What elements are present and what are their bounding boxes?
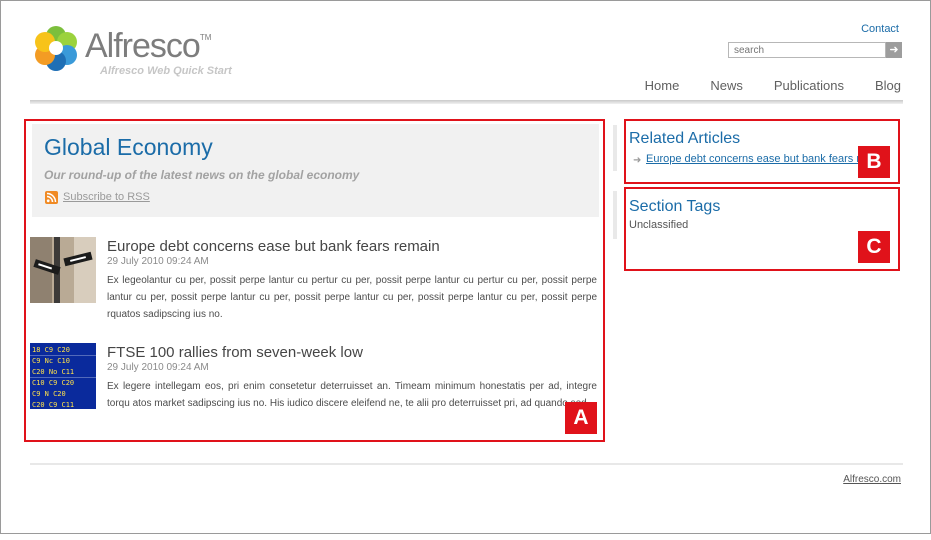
svg-text:C9 Nc C10: C9 Nc C10: [32, 357, 70, 365]
side-accent-bar: [613, 125, 617, 171]
article-thumbnail[interactable]: [30, 237, 96, 303]
related-article-link[interactable]: Europe debt concerns ease but bank fears…: [646, 153, 890, 165]
main-nav: Home News Publications Blog: [614, 78, 901, 93]
section-a-box: Global Economy Our round-up of the lates…: [24, 119, 605, 442]
rss-icon[interactable]: [45, 191, 58, 204]
alfresco-flower-icon: [35, 26, 77, 71]
svg-text:18 C9 C20: 18 C9 C20: [32, 346, 70, 354]
section-tags-box: Section Tags Unclassified C: [624, 187, 900, 271]
footer-divider: [30, 463, 903, 465]
subscribe-rss-link[interactable]: Subscribe to RSS: [63, 191, 150, 203]
related-articles-title: Related Articles: [629, 130, 741, 147]
alfresco-logo[interactable]: AlfrescoTM Alfresco Web Quick Start: [31, 23, 261, 81]
nav-publications[interactable]: Publications: [774, 78, 844, 93]
annotation-label-a: A: [565, 402, 597, 434]
nav-news[interactable]: News: [710, 78, 743, 93]
arrow-right-icon: ➜: [633, 155, 642, 166]
annotation-label-b: B: [858, 146, 890, 178]
logo-tagline: Alfresco Web Quick Start: [100, 65, 232, 77]
svg-text:C10 C9 C20: C10 C9 C20: [32, 379, 74, 387]
nav-blog[interactable]: Blog: [875, 78, 901, 93]
article-summary: Ex legere intellegam eos, pri enim conse…: [107, 381, 597, 409]
annotation-label-c: C: [858, 231, 890, 263]
footer-link[interactable]: Alfresco.com: [843, 474, 901, 485]
logo-wordmark: AlfrescoTM: [85, 27, 212, 65]
search-button[interactable]: ➜: [886, 42, 902, 58]
tag-value[interactable]: Unclassified: [629, 219, 688, 231]
nav-home[interactable]: Home: [645, 78, 680, 93]
article-title[interactable]: FTSE 100 rallies from seven-week low: [107, 344, 363, 361]
article-summary: Ex legeolantur cu per, possit perpe lant…: [107, 275, 597, 320]
svg-text:C9 N C20: C9 N C20: [32, 390, 66, 398]
svg-text:C20 C9 C11: C20 C9 C11: [32, 401, 74, 409]
section-tags-title: Section Tags: [629, 198, 721, 215]
contact-link[interactable]: Contact: [861, 23, 899, 35]
related-articles-box: Related Articles ➜ Europe debt concerns …: [624, 119, 900, 184]
search-input[interactable]: [728, 42, 886, 58]
side-accent-bar: [613, 191, 617, 239]
article-date: 29 July 2010 09:24 AM: [107, 256, 209, 267]
section-subtitle: Our round-up of the latest news on the g…: [44, 168, 360, 182]
header-divider: [30, 100, 903, 104]
article-date: 29 July 2010 09:24 AM: [107, 362, 209, 373]
article-title[interactable]: Europe debt concerns ease but bank fears…: [107, 238, 440, 255]
page-title: Global Economy: [44, 134, 213, 160]
page-frame: AlfrescoTM Alfresco Web Quick Start Cont…: [0, 0, 931, 534]
section-header: Global Economy Our round-up of the lates…: [32, 124, 599, 217]
svg-text:C20 No C11: C20 No C11: [32, 368, 74, 376]
article-thumbnail[interactable]: 18 C9 C20 C9 Nc C10 C20 No C11 C10 C9 C2…: [30, 343, 96, 409]
